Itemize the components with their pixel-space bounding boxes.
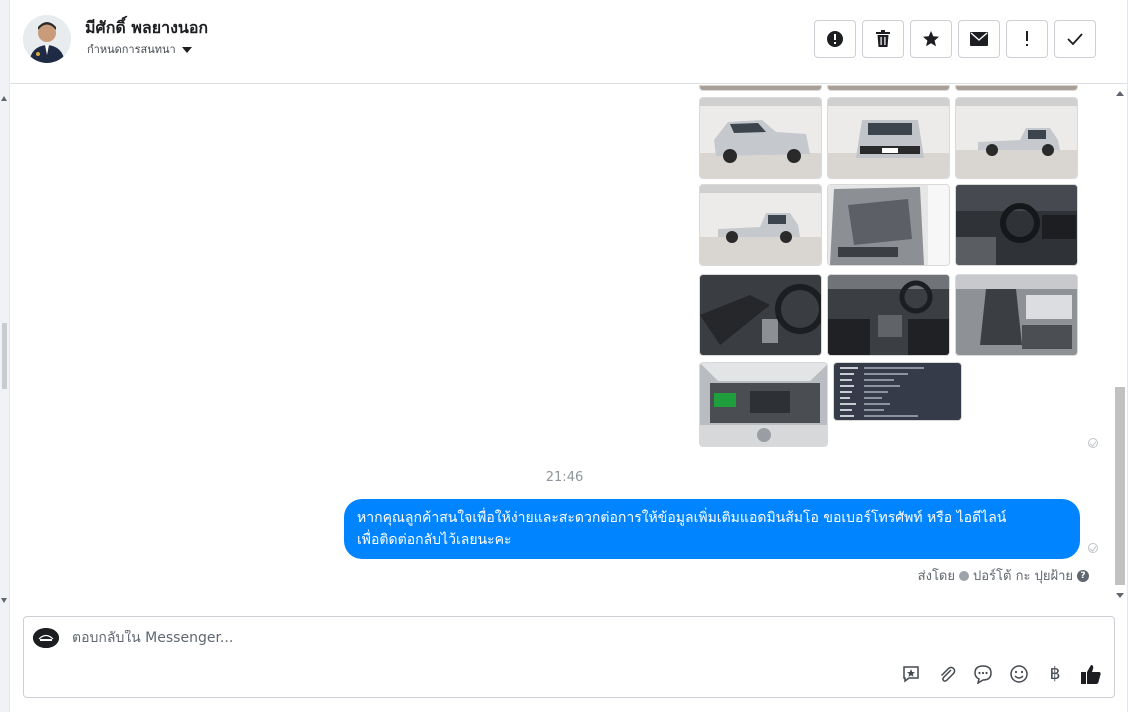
- message-timestamp: 21:46: [545, 470, 584, 485]
- paperclip-icon: [940, 666, 956, 682]
- scroll-up-arrow-icon[interactable]: [1, 96, 7, 101]
- image-attachment[interactable]: [955, 85, 1078, 91]
- message-scrollbar[interactable]: [1113, 85, 1127, 604]
- image-attachment[interactable]: [955, 274, 1078, 356]
- image-attachment[interactable]: [699, 85, 822, 91]
- avatar[interactable]: [23, 15, 71, 63]
- scroll-thumb[interactable]: [1115, 387, 1125, 585]
- sender-name[interactable]: ปอร์โต้ กะ ปุยฝ้าย: [973, 565, 1073, 586]
- image-attachment[interactable]: [955, 184, 1078, 266]
- assign-conversation-dropdown[interactable]: กำหนดการสนทนา: [87, 40, 192, 58]
- exclamation-icon: [1026, 31, 1028, 46]
- caret-down-icon: [181, 46, 192, 53]
- message-text-line: เพื่อติดต่อกลับไว้เลยนะคะ: [357, 532, 512, 548]
- mark-done-button[interactable]: [1054, 20, 1096, 58]
- conversation-header: มีศักดิ์ พลยางนอก กำหนดการสนทนา: [10, 0, 1127, 84]
- seen-check-icon: [1088, 438, 1098, 448]
- alert-circle-icon: [827, 31, 843, 47]
- mark-unread-button[interactable]: [958, 20, 1000, 58]
- outgoing-message-bubble[interactable]: หากคุณลูกค้าสนใจเพื่อให้ง่ายและสะดวกต่อก…: [344, 499, 1080, 559]
- image-attachment[interactable]: [827, 85, 950, 91]
- message-text-line: หากคุณลูกค้าสนใจเพื่อให้ง่ายและสะดวกต่อก…: [357, 510, 1007, 526]
- emoji-button[interactable]: [1008, 663, 1030, 685]
- payment-button[interactable]: ฿: [1044, 663, 1066, 685]
- like-button[interactable]: [1080, 663, 1102, 685]
- image-attachment[interactable]: [833, 362, 962, 421]
- page-logo: [33, 628, 59, 648]
- sent-by-info: ส่งโดย ปอร์โต้ กะ ปุยฝ้าย ?: [918, 565, 1089, 586]
- contact-name: มีศักดิ์ พลยางนอก: [85, 18, 209, 37]
- sender-status-icon: [959, 570, 969, 581]
- delete-button[interactable]: [862, 20, 904, 58]
- outer-scrollbar[interactable]: [0, 0, 9, 712]
- conversation-panel: มีศักดิ์ พลยางนอก กำหนดการสนทนา 21:46 หา…: [9, 0, 1128, 712]
- image-attachment[interactable]: [699, 184, 822, 266]
- thumbs-up-icon: [1081, 665, 1101, 684]
- chat-bubble-icon: [974, 665, 992, 684]
- image-attachment[interactable]: [699, 274, 822, 356]
- image-attachment[interactable]: [955, 97, 1078, 179]
- star-button[interactable]: [910, 20, 952, 58]
- star-icon: [923, 31, 939, 47]
- image-attachment[interactable]: [827, 184, 950, 266]
- follow-up-button[interactable]: [1006, 20, 1048, 58]
- image-attachment[interactable]: [699, 97, 822, 179]
- attach-button[interactable]: [936, 663, 958, 685]
- scroll-down-arrow-icon[interactable]: [1, 598, 7, 603]
- seen-check-icon: [1088, 543, 1098, 553]
- quick-reply-button[interactable]: [972, 663, 994, 685]
- help-icon[interactable]: ?: [1077, 569, 1089, 582]
- scroll-down-arrow-icon[interactable]: [1116, 593, 1124, 598]
- envelope-icon: [970, 32, 988, 46]
- sent-by-label: ส่งโดย: [917, 569, 955, 584]
- image-attachment[interactable]: [827, 97, 950, 179]
- scroll-up-arrow-icon[interactable]: [1116, 91, 1124, 96]
- saved-reply-icon: [903, 666, 919, 683]
- check-icon: [1067, 33, 1083, 45]
- scroll-thumb[interactable]: [2, 323, 7, 389]
- image-attachment[interactable]: [699, 362, 828, 447]
- reply-composer: ฿: [23, 616, 1115, 698]
- message-list[interactable]: 21:46 หากคุณลูกค้าสนใจเพื่อให้ง่ายและสะด…: [10, 85, 1127, 604]
- reply-input[interactable]: [72, 630, 872, 646]
- baht-icon: ฿: [1049, 664, 1061, 684]
- assign-conversation-label: กำหนดการสนทนา: [87, 43, 176, 56]
- image-attachment[interactable]: [827, 274, 950, 356]
- smiley-icon: [1010, 665, 1028, 683]
- header-actions: [814, 20, 1096, 58]
- trash-icon: [876, 30, 890, 47]
- saved-reply-button[interactable]: [900, 663, 922, 685]
- composer-tools: ฿: [900, 663, 1102, 685]
- mark-spam-button[interactable]: [814, 20, 856, 58]
